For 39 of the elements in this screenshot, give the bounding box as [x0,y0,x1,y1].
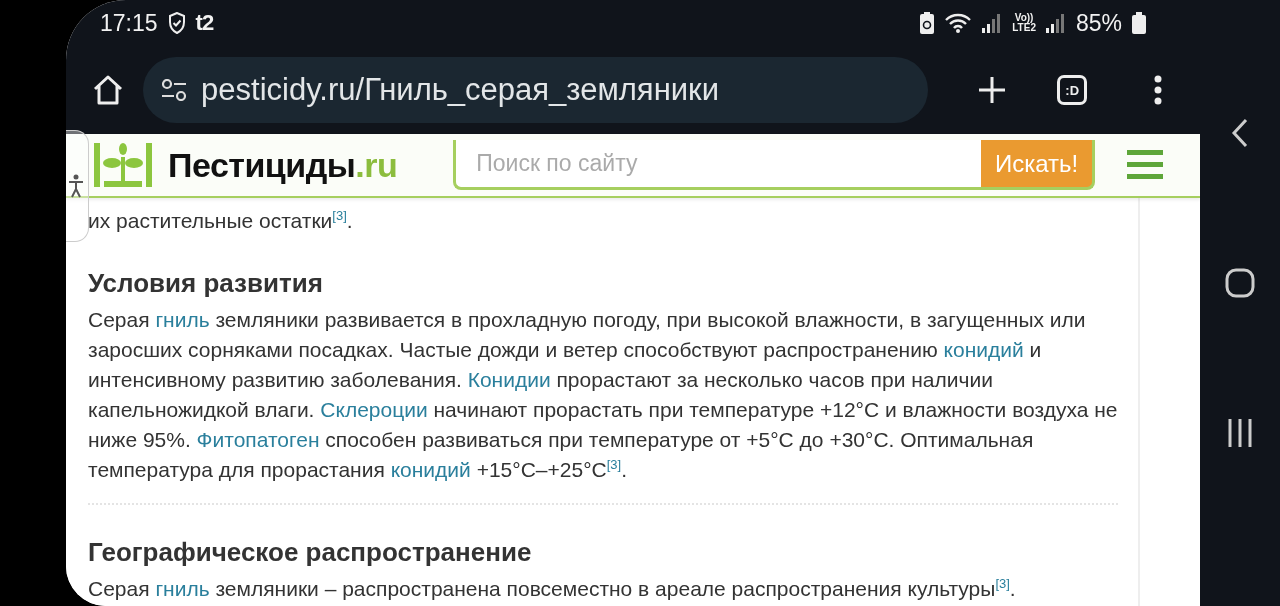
link[interactable]: гниль [155,308,210,331]
link[interactable]: гниль [155,577,210,600]
wifi-icon [944,12,973,34]
recent-apps-icon[interactable] [1227,418,1253,448]
link[interactable]: Фитопатоген [196,428,320,451]
search-field[interactable]: Поиск по сайту [453,140,981,190]
reference-link[interactable]: [3] [995,576,1010,591]
paragraph: их растительные остатки$^{[3]}$. [88,207,354,234]
link[interactable]: Конидии [467,368,551,391]
accessibility-icon [68,174,84,198]
battery-saver-icon [920,12,935,34]
site-logo-text[interactable]: Пестициды.ru [168,145,398,185]
shield-icon [167,12,186,34]
battery-icon [1132,12,1146,34]
section-heading: Условия развития [88,268,324,299]
home-button-icon[interactable] [1225,268,1255,298]
logo-icon [94,143,152,187]
signal-icon [1045,13,1066,33]
network-type: Vo)) LTE2 [1012,13,1036,33]
carrier-name: t2 [195,10,214,36]
paragraph: Серая гниль земляники – распространена повсеместно в ареале распространения культуры$^{[3]}$. [88,575,1017,602]
search-button[interactable]: Искать! [980,140,1096,190]
reference-link[interactable]: [3] [332,208,347,223]
section-heading: Географическое распространение [88,537,533,568]
accessibility-tab[interactable] [66,130,89,242]
address-bar[interactable]: pesticidy.ru/Гниль_серая_земляники [143,57,929,123]
menu-icon[interactable] [1127,150,1164,180]
link[interactable]: конидий [390,458,471,481]
tab-switcher[interactable]: :D [1057,75,1087,105]
link[interactable]: конидий [943,338,1024,361]
battery-percentage: 85% [1075,9,1122,37]
link[interactable]: Склероции [320,398,428,421]
site-settings-icon[interactable] [161,79,188,101]
paragraph: Серая гниль земляники развивается в прохладную погоду, при высокой влажности, в загущенных или заросших сорняками посадках. Частые дожди и ветер способствуют распространению конидий и интенсивному развитию заболевания. Конидии прорастают за несколько часов при наличии капельножидкой влаги. Склероции начинают прорастать при температуре +12°C и влажности воздуха не ниже 95%. Фитопатоген способен развиваться при температуре от +5°C до +30°C. Оптимальная температура для прорастания конидий +15°C–+25°C$^{[3]}$. [88,307,1119,483]
url-text: pesticidy.ru/Гниль_серая_земляники [201,72,719,108]
back-icon[interactable] [1231,118,1249,148]
reference-link[interactable]: [3] [606,457,622,472]
clock: 17:15 [100,9,158,37]
signal-icon [982,13,1003,33]
